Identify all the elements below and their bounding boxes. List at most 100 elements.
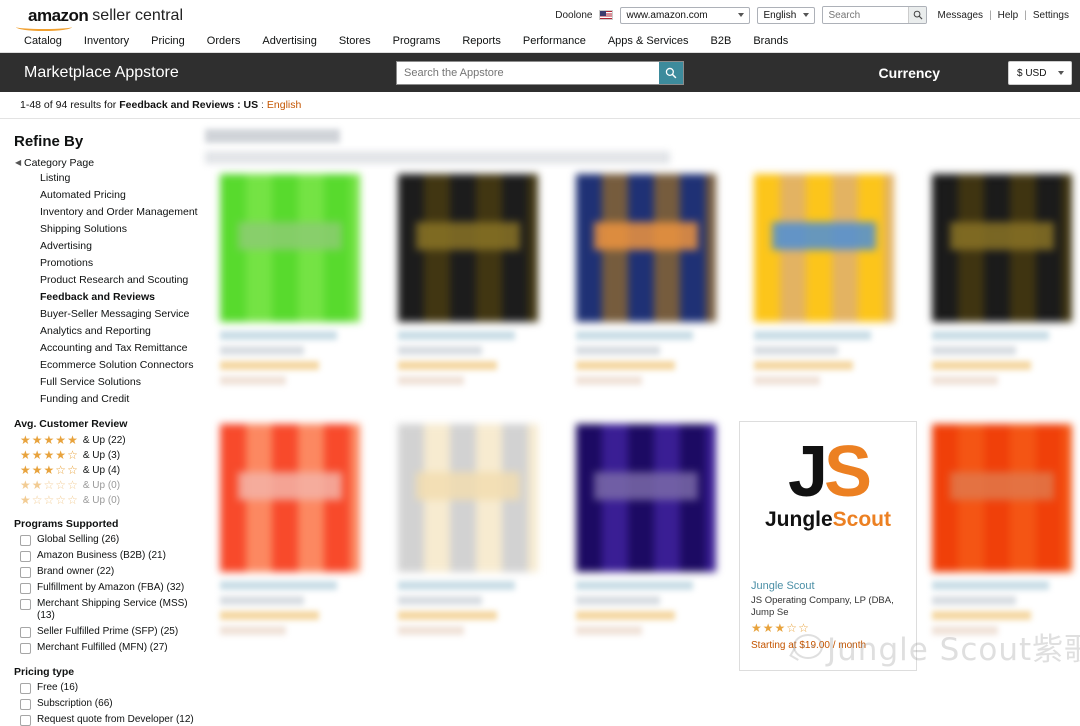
category-item-label: Shipping Solutions <box>40 223 127 235</box>
review-filter-4-star[interactable]: ★ ★ ★ ★ ☆ & Up (3) <box>20 449 200 461</box>
review-filter-1-star[interactable]: ★ ☆ ☆ ☆ ☆ & Up (0) <box>20 494 200 506</box>
review-filter-5-star[interactable]: ★ ★ ★ ★ ★ & Up (22) <box>20 434 200 446</box>
checkbox-icon[interactable] <box>20 583 31 594</box>
nav-orders[interactable]: Orders <box>196 35 252 47</box>
nav-apps-services[interactable]: Apps & Services <box>597 35 700 47</box>
program-filter-1[interactable]: Amazon Business (B2B) (21) <box>20 550 200 562</box>
pricing-filter-0[interactable]: Free (16) <box>20 682 200 694</box>
review-heading: Avg. Customer Review <box>14 418 128 430</box>
program-filter-3[interactable]: Fulfillment by Amazon (FBA) (32) <box>20 582 200 594</box>
amazon-seller-central-logo[interactable]: amazon seller central <box>14 7 183 31</box>
category-item-8[interactable]: Buyer-Seller Messaging Service <box>40 308 200 321</box>
program-filter-5[interactable]: Seller Fulfilled Prime (SFP) (25) <box>20 626 200 638</box>
checkbox-icon[interactable] <box>20 599 31 610</box>
checkbox-icon[interactable] <box>20 567 31 578</box>
category-item-6[interactable]: Product Research and Scouting <box>40 274 200 287</box>
checkbox-icon[interactable] <box>20 535 31 546</box>
obscured-meta-line <box>932 346 1016 355</box>
nav-reports[interactable]: Reports <box>451 35 512 47</box>
program-filter-2[interactable]: Brand owner (22) <box>20 566 200 578</box>
jungle-scout-wordmark: JungleScout <box>740 508 916 532</box>
checkbox-icon[interactable] <box>20 683 31 694</box>
global-search[interactable] <box>822 6 928 24</box>
app-card[interactable] <box>561 171 739 421</box>
app-card[interactable] <box>917 421 1080 671</box>
category-item-1[interactable]: Automated Pricing <box>40 189 200 202</box>
nav-programs[interactable]: Programs <box>382 35 452 47</box>
category-item-4[interactable]: Advertising <box>40 240 200 253</box>
results-language-link[interactable]: English <box>267 99 301 111</box>
pricing-filter-2[interactable]: Request quote from Developer (12) <box>20 714 200 726</box>
nav-catalog[interactable]: Catalog <box>20 35 73 47</box>
category-item-2[interactable]: Inventory and Order Management <box>40 206 200 219</box>
program-filter-0[interactable]: Global Selling (26) <box>20 534 200 546</box>
search-button[interactable] <box>908 7 927 23</box>
category-item-12[interactable]: Full Service Solutions <box>40 376 200 389</box>
checkbox-icon[interactable] <box>20 551 31 562</box>
obscured-app-meta <box>576 581 726 641</box>
obscured-meta-line <box>932 611 1031 620</box>
currency-label: Currency <box>878 64 940 81</box>
obscured-logo-detail <box>950 222 1054 250</box>
app-name-link[interactable]: Jungle Scout <box>751 580 908 592</box>
currency-select[interactable]: $ USD <box>1008 61 1072 85</box>
obscured-app-meta <box>932 581 1080 641</box>
star-filled-icon: ★ <box>762 621 774 635</box>
app-card[interactable] <box>561 421 739 671</box>
star-filled-icon: ★ <box>31 448 43 462</box>
app-card[interactable] <box>739 171 917 421</box>
checkbox-icon[interactable] <box>20 627 31 638</box>
pricing-filter-1[interactable]: Subscription (66) <box>20 698 200 710</box>
category-item-13[interactable]: Funding and Credit <box>40 393 200 406</box>
category-root-link[interactable]: ◀ Category Page <box>15 157 200 169</box>
app-card[interactable] <box>917 171 1080 421</box>
language-value: English <box>763 9 797 21</box>
obscured-logo-detail <box>594 472 698 500</box>
search-input[interactable] <box>823 7 909 23</box>
category-item-9[interactable]: Analytics and Reporting <box>40 325 200 338</box>
appstore-search-button[interactable] <box>659 62 683 84</box>
appstore-search[interactable] <box>396 61 684 85</box>
category-item-label: Product Research and Scouting <box>40 274 189 286</box>
category-item-7[interactable]: Feedback and Reviews <box>40 291 200 304</box>
program-filter-4[interactable]: Merchant Shipping Service (MSS) (13) <box>20 598 200 622</box>
app-card[interactable] <box>205 171 383 421</box>
nav-stores[interactable]: Stores <box>328 35 382 47</box>
nav-pricing[interactable]: Pricing <box>140 35 196 47</box>
nav-brands[interactable]: Brands <box>742 35 799 47</box>
settings-link[interactable]: Settings <box>1030 10 1072 21</box>
program-filter-6[interactable]: Merchant Fulfilled (MFN) (27) <box>20 642 200 654</box>
language-select[interactable]: English <box>757 6 816 24</box>
category-item-0[interactable]: Listing <box>40 172 200 185</box>
program-filter-label: Brand owner (22) <box>37 566 115 577</box>
results-filter: Feedback and Reviews : US <box>119 99 259 111</box>
star-empty-icon: ☆ <box>55 463 67 477</box>
review-filter-label: & Up (0) <box>82 479 121 491</box>
star-empty-icon: ☆ <box>67 463 78 477</box>
category-item-11[interactable]: Ecommerce Solution Connectors <box>40 359 200 372</box>
jungle-scout-logo: JS JungleScout <box>740 436 916 532</box>
messages-link[interactable]: Messages <box>934 10 986 21</box>
checkbox-icon[interactable] <box>20 699 31 710</box>
nav-inventory[interactable]: Inventory <box>73 35 140 47</box>
review-filter-3-star[interactable]: ★ ★ ★ ☆ ☆ & Up (4) <box>20 464 200 476</box>
nav-performance[interactable]: Performance <box>512 35 597 47</box>
checkbox-icon[interactable] <box>20 643 31 654</box>
app-card[interactable] <box>383 421 561 671</box>
appstore-header: Marketplace Appstore Currency $ USD <box>0 53 1080 92</box>
app-price: Starting at $19.00 / month <box>751 640 867 651</box>
checkbox-icon[interactable] <box>20 715 31 726</box>
category-item-10[interactable]: Accounting and Tax Remittance <box>40 342 200 355</box>
category-item-3[interactable]: Shipping Solutions <box>40 223 200 236</box>
app-card[interactable] <box>383 171 561 421</box>
nav-b2b[interactable]: B2B <box>700 35 743 47</box>
help-link[interactable]: Help <box>995 10 1022 21</box>
nav-advertising[interactable]: Advertising <box>251 35 327 47</box>
appstore-search-input[interactable] <box>397 62 659 84</box>
category-item-5[interactable]: Promotions <box>40 257 200 270</box>
review-filter-2-star[interactable]: ★ ★ ☆ ☆ ☆ & Up (0) <box>20 479 200 491</box>
app-card[interactable] <box>205 421 383 671</box>
app-card-jungle-scout[interactable]: JS JungleScout Jungle Scout JS Operating Co… <box>739 421 917 671</box>
marketplace-select[interactable]: www.amazon.com <box>620 6 751 24</box>
obscured-app-meta <box>932 331 1080 391</box>
